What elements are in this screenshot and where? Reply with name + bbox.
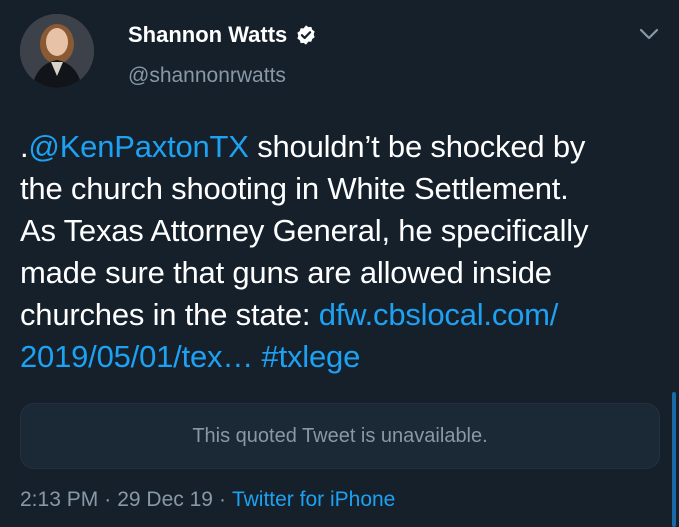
tweet-date[interactable]: 29 Dec 19 <box>117 488 213 511</box>
author-handle[interactable]: @shannonrwatts <box>128 64 286 88</box>
tweet-text-segment: As Texas Attorney General, he specifical… <box>20 213 589 248</box>
tweet-text-segment <box>253 339 261 374</box>
tweet-text-line: made sure that guns are allowed inside <box>20 252 670 294</box>
mention-link[interactable]: @KenPaxtonTX <box>28 129 249 164</box>
chevron-down-icon[interactable] <box>636 24 662 44</box>
quoted-tweet-notice: This quoted Tweet is unavailable. <box>192 424 488 447</box>
tweet-text-line: 2019/05/01/tex… #txlege <box>20 336 670 378</box>
tweet-text-line: the church shooting in White Settlement. <box>20 168 670 210</box>
tweet-text-line: churches in the state: dfw.cbslocal.com/ <box>20 294 670 336</box>
tweet-text: .@KenPaxtonTX shouldn’t be shocked by the… <box>20 126 670 378</box>
avatar[interactable] <box>20 14 94 88</box>
tweet-text-line: .@KenPaxtonTX shouldn’t be shocked by <box>20 126 670 168</box>
tweet-text-segment: made sure that guns are allowed inside <box>20 255 552 290</box>
tweet-text-segment: shouldn’t be shocked by <box>248 129 586 164</box>
avatar-image <box>20 14 94 88</box>
author-name-row[interactable]: Shannon Watts <box>128 22 317 48</box>
tweet: Shannon Watts @shannonrwatts .@KenPaxton… <box>0 0 679 527</box>
tweet-text-segment: the church shooting in White Settlement. <box>20 171 569 206</box>
hashtag-link[interactable]: #txlege <box>262 339 361 374</box>
meta-separator: · <box>104 488 112 511</box>
url-link[interactable]: 2019/05/01/tex… <box>20 339 253 374</box>
quoted-tweet-unavailable: This quoted Tweet is unavailable. <box>20 403 660 469</box>
tweet-source-link[interactable]: Twitter for iPhone <box>232 488 395 511</box>
tweet-meta: 2:13 PM · 29 Dec 19 · Twitter for iPhone <box>20 488 395 512</box>
tweet-time[interactable]: 2:13 PM <box>20 488 98 511</box>
tweet-text-line: As Texas Attorney General, he specifical… <box>20 210 670 252</box>
scrollbar[interactable] <box>672 392 676 527</box>
verified-badge-icon <box>295 24 317 46</box>
meta-separator: · <box>218 488 226 511</box>
tweet-text-segment: churches in the state: <box>20 297 319 332</box>
url-link[interactable]: dfw.cbslocal.com/ <box>319 297 559 332</box>
author-name[interactable]: Shannon Watts <box>128 22 287 48</box>
